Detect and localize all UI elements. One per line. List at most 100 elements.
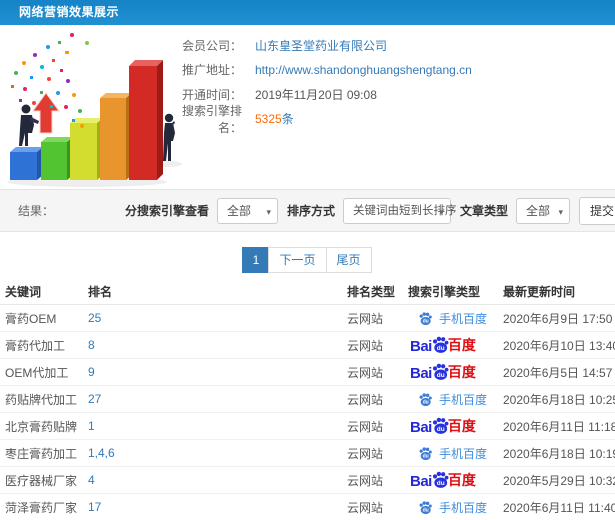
engine-type-cell: Bai du 百度 <box>408 416 503 436</box>
updated-cell: 2020年6月11日 11:18 <box>503 419 615 434</box>
keyword-cell: 医疗器械厂家 <box>5 473 78 488</box>
table-row: 北京膏药贴牌 1 云网站 Bai du 百度 2020年6月11日 11:18 <box>0 413 615 440</box>
engine-type-cell: du 手机百度 <box>408 499 503 516</box>
keyword-cell: 膏药OEM <box>5 311 57 326</box>
open-time-value: 2019年11月20日 09:08 <box>255 87 377 102</box>
baidu-logo-cn: 百度 <box>447 418 476 434</box>
mobile-baidu-label: 手机百度 <box>439 311 488 326</box>
table-row: 药贴牌代加工 27 云网站 du 手机百度 2020年6月18日 10:25 <box>0 386 615 413</box>
rank-link[interactable]: 1,4,6 <box>88 446 115 460</box>
keyword-cell: 北京膏药贴牌 <box>5 419 78 434</box>
header-rank-type: 排名类型 <box>347 284 396 299</box>
updated-cell: 2020年6月10日 13:40 <box>503 338 615 353</box>
company-link[interactable]: 山东皇圣堂药业有限公司 <box>255 37 387 54</box>
engine-type-cell: Bai du 百度 <box>408 470 503 490</box>
caret-down-icon: ▾ <box>558 206 563 217</box>
article-type-value: 全部 <box>526 203 551 218</box>
header-keyword: 关键词 <box>5 284 42 299</box>
rank-type-cell: 云网站 <box>347 500 384 515</box>
results-table: 关键词 排名 排名类型 搜索引擎类型 最新更新时间 膏药OEM 25 云网站 du 手机… <box>0 278 615 520</box>
results-table-body: 膏药OEM 25 云网站 du 手机百度 2020年6月9日 17:50 膏药代加工 8 云网站… <box>0 305 615 520</box>
updated-cell: 2020年6月5日 14:57 <box>503 365 613 380</box>
rank-link[interactable]: 9 <box>88 365 95 379</box>
baidu-logo-bai: Bai <box>410 473 432 490</box>
svg-text:du: du <box>423 507 429 513</box>
table-row: 膏药代加工 8 云网站 Bai du 百度 2020年6月10日 13:40 <box>0 332 615 359</box>
table-row: 菏泽膏药厂家 17 云网站 du 手机百度 2020年6月11日 11:40 <box>0 494 615 520</box>
rank-count: 5325 <box>255 112 282 127</box>
rank-type-cell: 云网站 <box>347 365 384 380</box>
baidu-logo-bai: Bai <box>410 338 432 355</box>
baidu-logo-cn: 百度 <box>447 364 476 380</box>
rank-cell: 1,4,6 <box>88 446 347 460</box>
mobile-baidu-badge: du 手机百度 <box>408 499 487 516</box>
rank-cell: 1 <box>88 419 347 433</box>
engine-rank-value: 5325条 <box>255 110 294 127</box>
keyword-cell: 枣庄膏药加工 <box>5 446 78 461</box>
mobile-baidu-label: 手机百度 <box>439 500 488 515</box>
updated-cell: 2020年6月18日 10:25 <box>503 392 615 407</box>
rank-link[interactable]: 27 <box>88 392 101 406</box>
rank-type-cell: 云网站 <box>347 446 384 461</box>
svg-text:du: du <box>437 345 445 352</box>
baidu-logo-cn: 百度 <box>447 337 476 353</box>
rank-type-cell: 云网站 <box>347 419 384 434</box>
rank-type-cell: 云网站 <box>347 473 384 488</box>
result-label: 结果： <box>18 204 55 218</box>
engine-filter-label: 分搜索引擎查看 <box>124 204 209 218</box>
baidu-logo-cn: 百度 <box>447 472 476 488</box>
svg-text:du: du <box>423 453 429 459</box>
svg-text:du: du <box>423 318 429 324</box>
rank-cell: 4 <box>88 473 347 487</box>
rank-link[interactable]: 1 <box>88 419 95 433</box>
submit-button[interactable]: 提交 <box>579 196 615 225</box>
page-current-button[interactable]: 1 <box>242 247 270 273</box>
rank-link[interactable]: 25 <box>88 311 101 325</box>
rank-link[interactable]: 8 <box>88 338 95 352</box>
member-info: 会员公司： 山东皇圣堂药业有限公司 推广地址： http://www.shand… <box>159 33 472 135</box>
mobile-baidu-badge: du 手机百度 <box>408 445 487 462</box>
rank-link[interactable]: 4 <box>88 473 95 487</box>
rank-cell: 17 <box>88 500 347 514</box>
table-row: OEM代加工 9 云网站 Bai du 百度 2020年6月5日 14:57 <box>0 359 615 386</box>
updated-cell: 2020年5月29日 10:32 <box>503 473 615 488</box>
baidu-paw-icon: du <box>419 446 432 460</box>
header-engine-type: 搜索引擎类型 <box>408 284 481 299</box>
sort-filter-select[interactable]: 关键词由短到长排序 ▾ <box>342 197 456 224</box>
svg-text:du: du <box>437 372 445 379</box>
rank-cell: 8 <box>88 338 347 352</box>
article-type-select[interactable]: 全部 ▾ <box>516 197 570 224</box>
svg-text:du: du <box>423 399 429 405</box>
table-row: 膏药OEM 25 云网站 du 手机百度 2020年6月9日 17:50 <box>0 305 615 332</box>
company-label: 会员公司： <box>181 38 242 53</box>
baidu-logo: Bai du 百度 <box>408 335 476 355</box>
rank-type-cell: 云网站 <box>347 392 384 407</box>
rank-type-cell: 云网站 <box>347 338 384 353</box>
rank-cell: 27 <box>88 392 347 406</box>
keyword-cell: 菏泽膏药厂家 <box>5 500 78 515</box>
engine-rank-label: 搜索引擎排名： <box>181 103 242 135</box>
updated-cell: 2020年6月9日 17:50 <box>503 311 613 326</box>
page-last-button[interactable]: 尾页 <box>325 247 372 273</box>
engine-filter-select[interactable]: 全部 ▾ <box>216 197 278 224</box>
keyword-cell: 膏药代加工 <box>5 338 66 353</box>
engine-type-cell: Bai du 百度 <box>408 362 503 382</box>
engine-rank-row: 搜索引擎排名： 5325条 <box>159 104 472 135</box>
pagination: 1 下一页 尾页 <box>0 232 615 278</box>
baidu-paw-icon: du <box>419 392 432 406</box>
baidu-logo: Bai du 百度 <box>408 470 476 490</box>
engine-type-cell: du 手机百度 <box>408 310 503 327</box>
updated-cell: 2020年6月18日 10:19 <box>503 446 615 461</box>
top-section: 会员公司： 山东皇圣堂药业有限公司 推广地址： http://www.shand… <box>0 25 615 189</box>
baidu-paw-icon: du <box>419 311 432 325</box>
rank-link[interactable]: 17 <box>88 500 101 514</box>
baidu-logo: Bai du 百度 <box>408 416 476 436</box>
promo-url-label: 推广地址： <box>181 63 242 78</box>
keyword-cell: OEM代加工 <box>5 365 69 380</box>
caret-down-icon: ▾ <box>439 206 444 217</box>
updated-cell: 2020年6月11日 11:40 <box>503 500 615 515</box>
promo-url-link[interactable]: http://www.shandonghuangshengtang.cn <box>255 63 472 77</box>
open-time-label: 开通时间： <box>181 87 242 102</box>
company-row: 会员公司： 山东皇圣堂药业有限公司 <box>159 33 472 58</box>
page-next-button[interactable]: 下一页 <box>268 247 327 273</box>
